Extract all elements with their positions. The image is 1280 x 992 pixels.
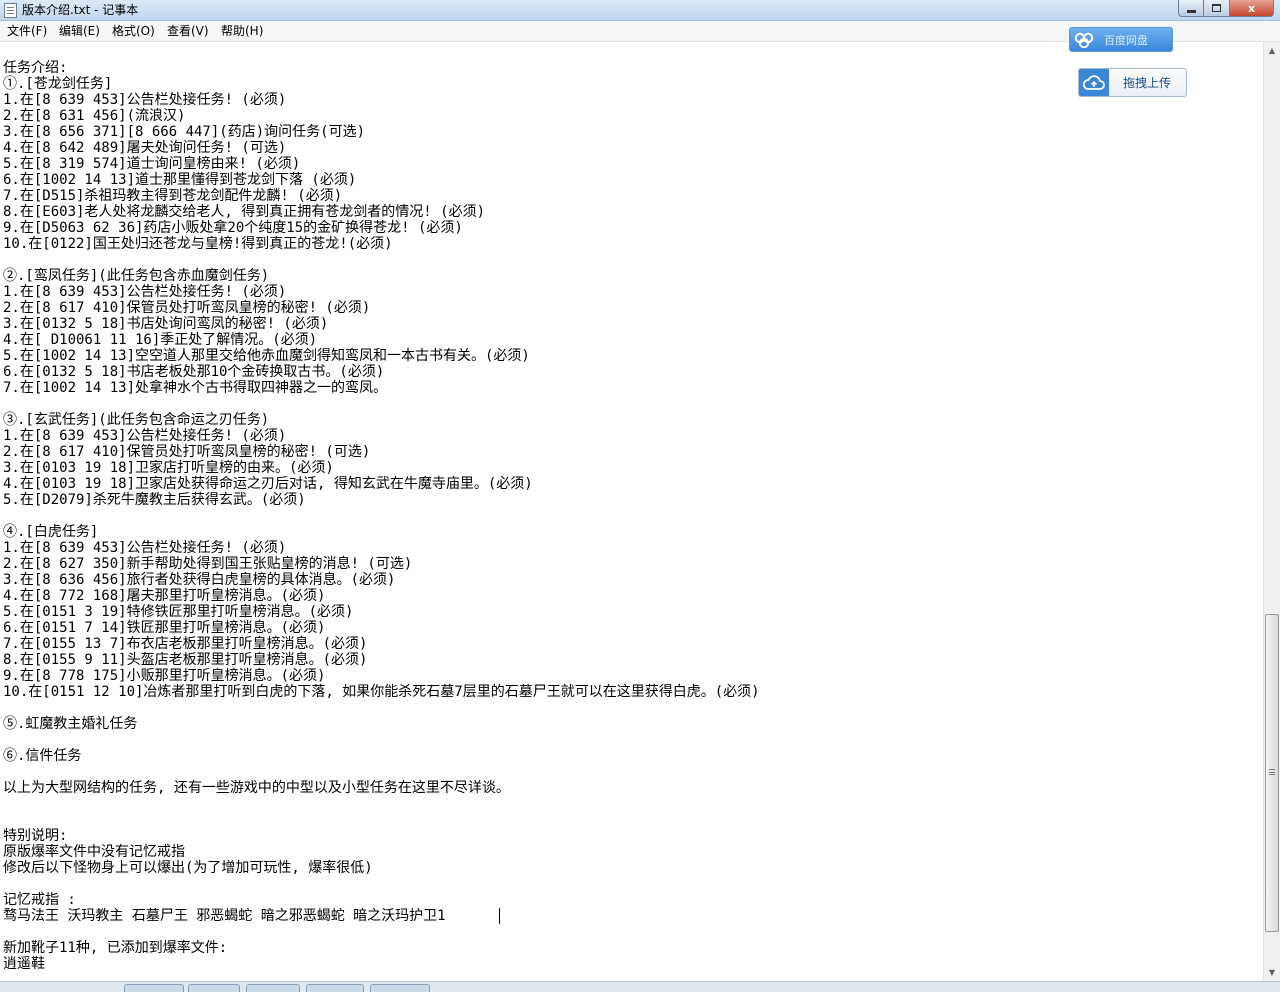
- text-line: 3.在[8 636 456]旅行者处获得白虎皇榜的具体消息。(必须): [3, 572, 396, 588]
- text-line: 特别说明:: [3, 828, 68, 844]
- menu-file[interactable]: 文件(F): [7, 24, 47, 39]
- maximize-icon: [1212, 4, 1221, 12]
- text-line: 5.在[D2079]杀死牛魔教主后获得玄武。(必须): [3, 492, 306, 508]
- text-line: ④.[白虎任务]: [3, 524, 99, 540]
- text-line: 记忆戒指 :: [3, 892, 76, 908]
- text-line: 以上为大型网结构的任务, 还有一些游戏中的中型以及小型任务在这里不尽详谈。: [3, 780, 510, 796]
- text-line: 6.在[0151 7 14]铁匠那里打听皇榜消息。(必须): [3, 620, 326, 636]
- menu-view[interactable]: 查看(V): [167, 24, 209, 39]
- text-line: 6.在[1002 14 13]道士那里懂得到苍龙剑下落 (必须): [3, 172, 357, 188]
- text-line: 7.在[0155 13 7]布衣店老板那里打听皇榜消息。(必须): [3, 636, 368, 652]
- text-line: 3.在[0132 5 18]书店处询问鸾凤的秘密! (必须): [3, 316, 329, 332]
- title-bar: 版本介绍.txt - 记事本 x: [0, 0, 1280, 21]
- text-line: 1.在[8 639 453]公告栏处接任务! (必须): [3, 92, 287, 108]
- text-line: 5.在[0151 3 19]特修铁匠那里打听皇榜消息。(必须): [3, 604, 354, 620]
- text-line: 1.在[8 639 453]公告栏处接任务! (必须): [3, 284, 287, 300]
- window-controls: x: [1178, 0, 1274, 17]
- text-line: ⑤.虹魔教主婚礼任务: [3, 716, 138, 732]
- notepad-icon: [4, 3, 17, 18]
- text-line: 10.在[0122]国王处归还苍龙与皇榜!得到真正的苍龙!(必须): [3, 236, 393, 252]
- text-line: 1.在[8 639 453]公告栏处接任务! (必须): [3, 428, 287, 444]
- close-button[interactable]: x: [1230, 0, 1274, 17]
- text-line: 原版爆率文件中没有记忆戒指: [3, 844, 185, 860]
- cloud-drive-button[interactable]: 百度网盘: [1069, 27, 1173, 52]
- maximize-button[interactable]: [1204, 0, 1230, 17]
- text-line: 9.在[D5063 62 36]药店小贩处拿20个纯度15的金矿换得苍龙! (必…: [3, 220, 463, 236]
- scroll-thumb[interactable]: [1265, 614, 1279, 932]
- text-editor[interactable]: 任务介绍: ①.[苍龙剑任务] 1.在[8 639 453]公告栏处接任务! (必须…: [0, 42, 1263, 981]
- text-line: 6.在[0132 5 18]书店老板处那10个金砖换取古书。(必须): [3, 364, 385, 380]
- text-line: 任务介绍:: [3, 60, 68, 76]
- text-line: 9.在[8 778 175]小贩那里打听皇榜消息。(必须): [3, 668, 326, 684]
- grip-icon: [1269, 769, 1275, 775]
- scroll-up-arrow[interactable]: ▲: [1264, 42, 1280, 59]
- text-caret: [499, 908, 500, 924]
- close-icon: x: [1247, 1, 1256, 15]
- drag-upload-button[interactable]: 拖拽上传: [1078, 68, 1187, 97]
- text-line: 4.在[8 772 168]屠夫那里打听皇榜消息。(必须): [3, 588, 326, 604]
- text-line: ⑥.信件任务: [3, 748, 82, 764]
- menu-format[interactable]: 格式(O): [112, 24, 155, 39]
- text-line: 2.在[8 617 410]保管员处打听鸾凤皇榜的秘密! (必须): [3, 300, 371, 316]
- minimize-icon: [1186, 9, 1196, 13]
- menu-help[interactable]: 帮助(H): [221, 24, 263, 39]
- text-line: 8.在[E603]老人处将龙麟交给老人, 得到真正拥有苍龙剑者的情况! (必须): [3, 204, 486, 220]
- taskbar-item[interactable]: [246, 984, 300, 992]
- text-line: ③.[玄武任务](此任务包含命运之刃任务): [3, 412, 270, 428]
- text-line: 5.在[8 319 574]道士询问皇榜由来! (必须): [3, 156, 301, 172]
- taskbar-item[interactable]: [370, 984, 430, 992]
- cloud-drive-label: 百度网盘: [1104, 33, 1148, 47]
- text-line: 3.在[8 656 371][8 666 447](药店)询问任务(可选): [3, 124, 366, 140]
- text-line: 新加靴子11种, 已添加到爆率文件:: [3, 940, 228, 956]
- taskbar-item[interactable]: [188, 984, 240, 992]
- taskbar-item[interactable]: [306, 984, 364, 992]
- window-title: 版本介绍.txt - 记事本: [22, 3, 139, 17]
- text-line: 修改后以下怪物身上可以爆出(为了增加可玩性, 爆率很低): [3, 860, 373, 876]
- text-line: 3.在[0103 19 18]卫家店打听皇榜的由来。(必须): [3, 460, 334, 476]
- cloud-upload-icon: [1079, 69, 1109, 96]
- text-line: 骛马法王 沃玛教主 石墓尸王 邪恶蝎蛇 暗之邪恶蝎蛇 暗之沃玛护卫1: [3, 908, 446, 924]
- drag-upload-label: 拖拽上传: [1123, 76, 1172, 90]
- text-line: ①.[苍龙剑任务]: [3, 76, 113, 92]
- text-line: 2.在[8 627 350]新手帮助处得到国王张贴皇榜的消息! (可选): [3, 556, 413, 572]
- menu-edit[interactable]: 编辑(E): [59, 24, 100, 39]
- text-line: 4.在[0103 19 18]卫家店处获得命运之刃后对话, 得知玄武在牛魔寺庙里…: [3, 476, 533, 492]
- text-line: 4.在[8 642 489]屠夫处询问任务! (可选): [3, 140, 287, 156]
- text-line: 2.在[8 617 410]保管员处打听鸾凤皇榜的秘密! (可选): [3, 444, 371, 460]
- text-line: 5.在[1002 14 13]空空道人那里交给他赤血魔剑得知鸾凤和一本古书有关。…: [3, 348, 530, 364]
- text-line: 逍遥鞋: [3, 956, 45, 972]
- taskbar-item[interactable]: [124, 984, 184, 992]
- text-line: 1.在[8 639 453]公告栏处接任务! (必须): [3, 540, 287, 556]
- text-line: 2.在[8 631 456](流浪汉): [3, 108, 186, 124]
- minimize-button[interactable]: [1178, 0, 1204, 17]
- scroll-down-arrow[interactable]: ▼: [1264, 964, 1280, 981]
- text-line: 7.在[D515]杀祖玛教主得到苍龙剑配件龙麟! (必须): [3, 188, 343, 204]
- cloud-logo-icon: [1073, 29, 1095, 51]
- text-line: 10.在[0151 12 10]冶炼者那里打听到白虎的下落, 如果你能杀死石墓7…: [3, 684, 760, 700]
- text-line: 8.在[0155 9 11]头盔店老板那里打听皇榜消息。(必须): [3, 652, 368, 668]
- text-line: 7.在[1002 14 13]处拿神水个古书得取四神器之一的鸾凤。: [3, 380, 388, 396]
- vertical-scrollbar[interactable]: ▲ ▼: [1263, 42, 1280, 981]
- text-line: 4.在[ D10061 11 16]季正处了解情况。(必须): [3, 332, 318, 348]
- text-line: ②.[鸾凤任务](此任务包含赤血魔剑任务): [3, 268, 270, 284]
